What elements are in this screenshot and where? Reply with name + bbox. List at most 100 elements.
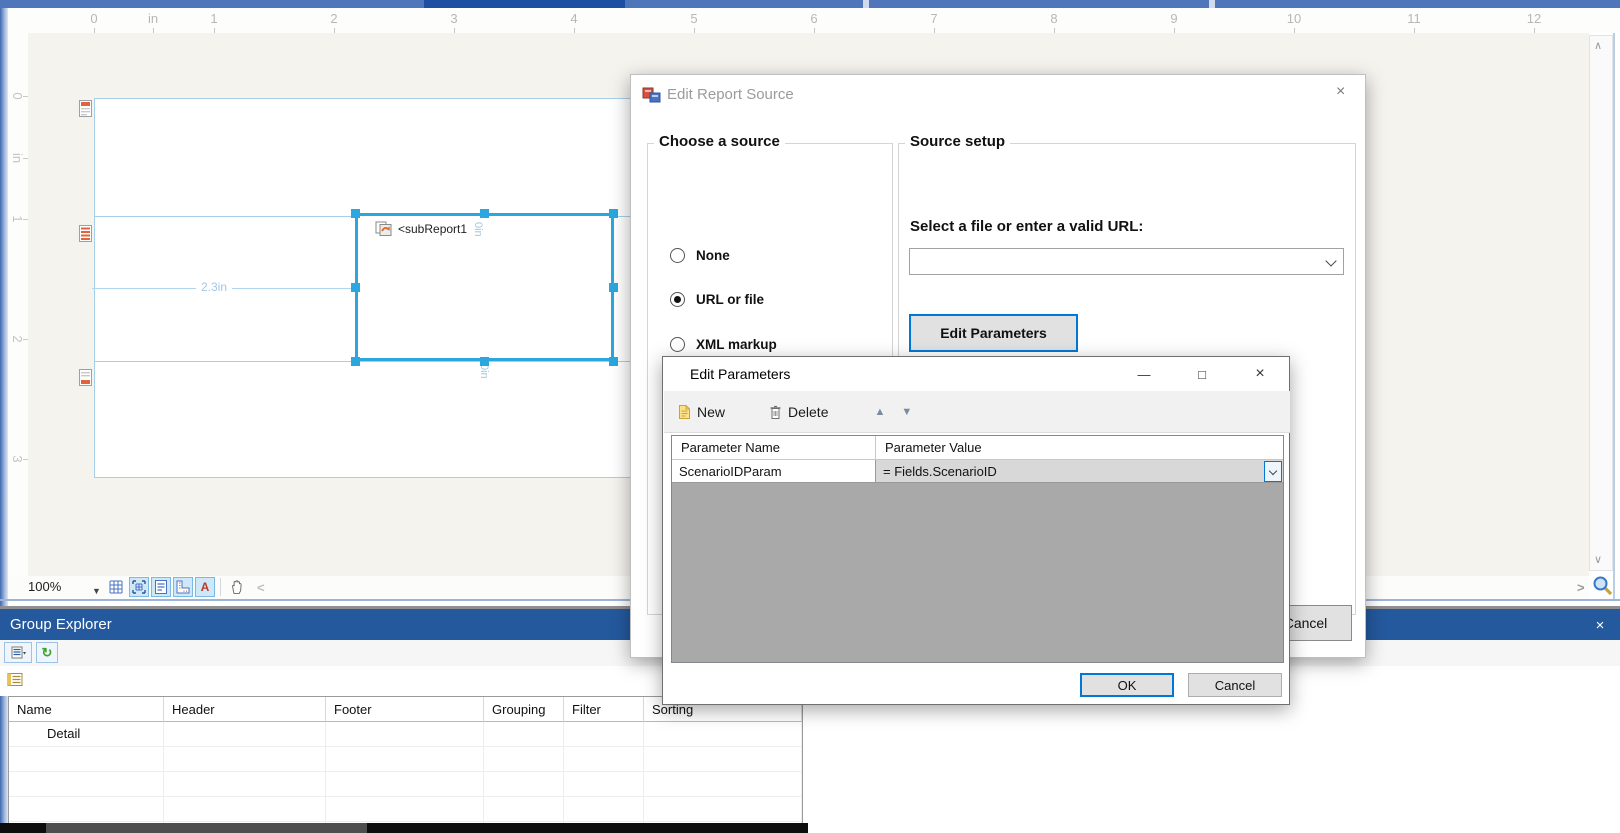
- resize-handle-w[interactable]: [351, 283, 360, 292]
- h-ruler-label: 5: [690, 11, 698, 26]
- radio-none[interactable]: None: [670, 248, 730, 263]
- column-header-parameter-value[interactable]: Parameter Value: [876, 436, 1283, 460]
- table-cell[interactable]: [164, 797, 326, 822]
- h-ruler-label: 0: [90, 11, 98, 26]
- window-left-edge: [0, 8, 8, 833]
- radio-circle-icon: [670, 248, 685, 263]
- table-cell[interactable]: [326, 747, 484, 772]
- table-cell[interactable]: [564, 772, 644, 797]
- table-cell[interactable]: [484, 722, 564, 747]
- ok-button[interactable]: OK: [1080, 673, 1174, 697]
- resize-handle-s[interactable]: [480, 357, 489, 366]
- table-cell[interactable]: [9, 797, 164, 822]
- design-pane-right-edge: [1613, 33, 1615, 599]
- h-ruler-label: 6: [810, 11, 818, 26]
- close-button[interactable]: ×: [1245, 363, 1275, 385]
- new-parameter-button[interactable]: New: [678, 404, 725, 420]
- source-setup-legend: Source setup: [905, 133, 1011, 150]
- refresh-button[interactable]: ↻: [36, 642, 58, 663]
- choose-source-legend: Choose a source: [654, 133, 785, 150]
- show-rulers-button[interactable]: [173, 577, 193, 597]
- file-url-combobox[interactable]: [909, 248, 1344, 275]
- table-cell[interactable]: [644, 722, 802, 747]
- column-header-name[interactable]: Name: [9, 697, 164, 722]
- groups-list-icon: [7, 672, 24, 687]
- parameter-name-cell[interactable]: ScenarioIDParam: [672, 460, 876, 483]
- dialog-title: Edit Report Source: [667, 86, 794, 103]
- table-cell[interactable]: [164, 772, 326, 797]
- scroll-down-icon[interactable]: ∨: [1594, 553, 1602, 566]
- table-cell[interactable]: [326, 772, 484, 797]
- table-cell[interactable]: [484, 772, 564, 797]
- show-grid-button[interactable]: [106, 577, 126, 597]
- parameter-value-dropdown-button[interactable]: [1264, 461, 1282, 482]
- edit-parameters-titlebar[interactable]: Edit Parameters — □ ×: [663, 357, 1289, 391]
- bottom-dimension-label: 0in: [478, 364, 490, 379]
- group-view-menu-button[interactable]: [4, 642, 32, 663]
- h-ruler-label: 9: [1170, 11, 1178, 26]
- page-header-section-icon[interactable]: [78, 99, 93, 118]
- zoom-dropdown-arrow[interactable]: ▼: [92, 581, 101, 599]
- trash-icon: [769, 404, 782, 420]
- radio-xml-markup[interactable]: XML markup: [670, 337, 777, 352]
- column-header-header[interactable]: Header: [164, 697, 326, 722]
- column-header-parameter-name[interactable]: Parameter Name: [672, 436, 876, 460]
- zoom-magnifier-icon[interactable]: [1591, 574, 1614, 602]
- column-header-filter[interactable]: Filter: [564, 697, 644, 722]
- edit-parameters-button[interactable]: Edit Parameters: [909, 314, 1078, 352]
- table-cell[interactable]: [326, 797, 484, 822]
- table-row[interactable]: [9, 797, 802, 822]
- scroll-left-icon[interactable]: <: [257, 580, 265, 595]
- table-cell[interactable]: [484, 747, 564, 772]
- resize-handle-n[interactable]: [480, 209, 489, 218]
- window-top-accent-active-tab: [424, 0, 625, 8]
- table-cell[interactable]: [564, 722, 644, 747]
- resize-handle-sw[interactable]: [351, 357, 360, 366]
- resize-handle-e[interactable]: [609, 283, 618, 292]
- h-ruler-label: 4: [570, 11, 578, 26]
- cancel-button[interactable]: Cancel: [1188, 673, 1282, 697]
- table-cell[interactable]: [564, 797, 644, 822]
- table-row[interactable]: [9, 747, 802, 772]
- scroll-up-icon[interactable]: ∧: [1594, 39, 1602, 52]
- table-cell[interactable]: [326, 722, 484, 747]
- table-cell[interactable]: [644, 797, 802, 822]
- page-footer-section-icon[interactable]: [78, 368, 93, 387]
- group-explorer-close-button[interactable]: ×: [1590, 615, 1610, 635]
- column-header-footer[interactable]: Footer: [326, 697, 484, 722]
- table-row[interactable]: [9, 772, 802, 797]
- snap-to-grid-button[interactable]: [129, 577, 149, 597]
- move-down-button[interactable]: ▼: [901, 406, 912, 418]
- column-header-grouping[interactable]: Grouping: [484, 697, 564, 722]
- group-row-detail[interactable]: Detail: [9, 722, 164, 747]
- radio-url-or-file[interactable]: URL or file: [670, 292, 764, 307]
- delete-parameter-button[interactable]: Delete: [769, 404, 828, 420]
- maximize-button[interactable]: □: [1187, 363, 1217, 385]
- table-cell[interactable]: [9, 772, 164, 797]
- vertical-scrollbar[interactable]: [1589, 35, 1613, 571]
- move-up-button[interactable]: ▲: [874, 406, 885, 418]
- table-cell[interactable]: [644, 747, 802, 772]
- table-cell[interactable]: [9, 747, 164, 772]
- pan-hand-button[interactable]: [226, 577, 246, 597]
- dialog-close-button[interactable]: ×: [1336, 83, 1345, 101]
- scroll-right-icon[interactable]: >: [1577, 580, 1585, 595]
- detail-section-icon[interactable]: [78, 224, 93, 243]
- resize-handle-se[interactable]: [609, 357, 618, 366]
- snap-lines-button[interactable]: [151, 577, 171, 597]
- minimize-button[interactable]: —: [1129, 363, 1159, 385]
- dropdown-chevron-icon: [1268, 466, 1278, 475]
- table-row[interactable]: Detail: [9, 722, 802, 747]
- parameter-value-cell[interactable]: = Fields.ScenarioID: [876, 460, 1283, 483]
- style-text-button[interactable]: A: [195, 577, 215, 597]
- table-cell[interactable]: [164, 747, 326, 772]
- table-cell[interactable]: [164, 722, 326, 747]
- bottom-taskbar-segment: [46, 823, 367, 833]
- resize-handle-nw[interactable]: [351, 209, 360, 218]
- table-cell[interactable]: [644, 772, 802, 797]
- combobox-dropdown-icon[interactable]: [1325, 255, 1337, 267]
- resize-handle-ne[interactable]: [609, 209, 618, 218]
- zoom-level-value[interactable]: 100%: [28, 579, 61, 594]
- table-cell[interactable]: [484, 797, 564, 822]
- table-cell[interactable]: [564, 747, 644, 772]
